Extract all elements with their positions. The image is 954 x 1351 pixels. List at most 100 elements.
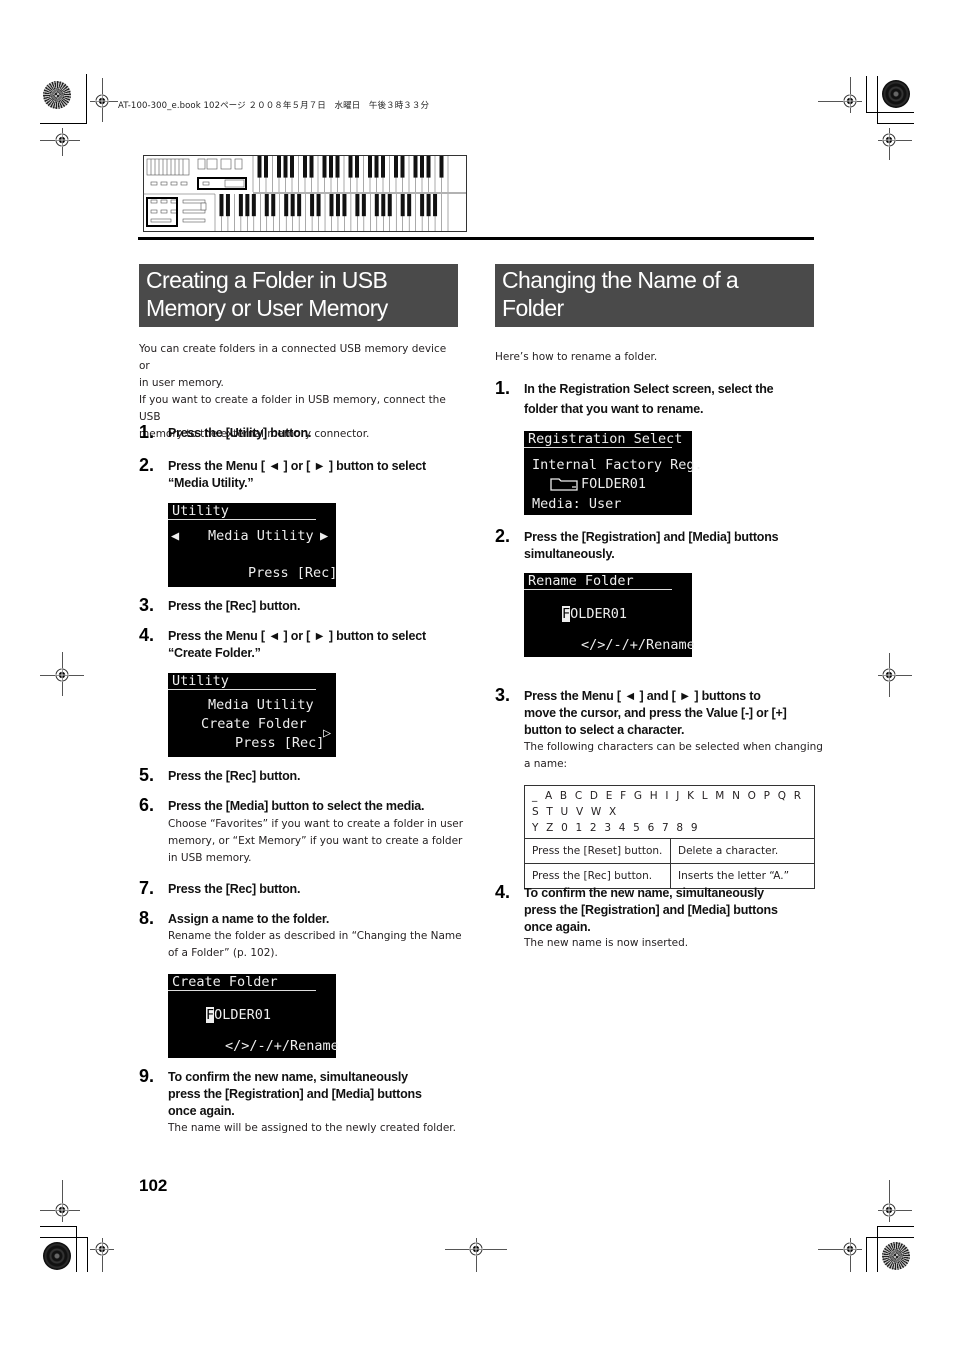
black-key: [342, 194, 347, 217]
black-key: [303, 156, 307, 178]
registration-mark-icon: [882, 133, 896, 147]
black-key: [381, 156, 385, 178]
step-text: “Create Folder.”: [168, 646, 261, 660]
text-cursor: F: [562, 606, 571, 622]
black-key: [387, 194, 392, 217]
available-characters: _ A B C D E F G H I J K L M N O P Q R S …: [524, 785, 815, 839]
table-cell-action: Press the [Reset] button.: [524, 838, 671, 864]
registration-mark-icon: [882, 1203, 896, 1217]
step-number: 4.: [495, 882, 511, 902]
black-key: [329, 156, 333, 178]
step-text: In the Registration Select screen, selec…: [524, 382, 774, 396]
lcd-title-underline: [168, 519, 316, 520]
right-arrow-icon: ▷: [323, 725, 332, 741]
color-registration-rosette: [882, 1242, 910, 1270]
step-number: 6.: [139, 795, 155, 815]
crop-mark: [87, 1237, 88, 1272]
step-note: The following characters can be selected…: [524, 741, 823, 753]
black-key: [433, 194, 438, 217]
crop-mark: [877, 1226, 878, 1272]
lcd-line: Media: User: [532, 496, 622, 512]
black-key: [297, 194, 302, 217]
step-text: Press the Menu [ ◄ ] or [ ► ] button to …: [168, 629, 426, 643]
black-key: [361, 194, 366, 217]
color-registration-rosette: [43, 81, 71, 109]
folder-icon: [550, 478, 578, 491]
black-key: [284, 194, 289, 217]
step-number: 7.: [139, 878, 155, 898]
black-key: [225, 194, 230, 217]
crop-mark: [40, 1226, 77, 1227]
step-text: Assign a name to the folder.: [168, 912, 330, 926]
color-registration-rosette: [43, 1242, 71, 1270]
step-text: “Media Utility.”: [168, 476, 254, 490]
folder-name: FOLDER01: [581, 476, 647, 492]
black-key: [316, 194, 321, 217]
folder-name-rest: OLDER01: [214, 1007, 272, 1023]
step-text: once again.: [168, 1104, 235, 1118]
step-text: folder that you want to rename.: [524, 402, 704, 416]
step-number: 2.: [139, 455, 155, 475]
print-job-header: AT-100-300_e.book 102ページ ２００８年５月７日 水曜日 午…: [118, 101, 430, 111]
step-text: button to select a character.: [524, 723, 685, 737]
black-key: [329, 194, 334, 217]
lcd-line: </>/-/+/Rename: [225, 1038, 339, 1054]
right-intro: Here’s how to rename a folder.: [495, 351, 658, 363]
lcd-title: Create Folder: [172, 974, 278, 990]
black-key: [322, 156, 327, 178]
lcd-title: Utility: [172, 503, 229, 519]
step-number: 9.: [139, 1066, 155, 1086]
black-key: [355, 194, 360, 217]
black-key: [335, 194, 340, 217]
registration-mark-icon: [55, 1203, 69, 1217]
black-key: [407, 194, 412, 217]
black-key: [277, 156, 281, 178]
crop-mark: [866, 1237, 867, 1272]
left-arrow-icon: ◀: [171, 528, 180, 544]
crop-mark: [40, 1237, 88, 1238]
step-note: The new name is now inserted.: [524, 937, 689, 949]
color-registration-rosette: [882, 80, 910, 108]
page-number: 102: [139, 1176, 168, 1195]
step-text: To confirm the new name, simultaneously: [524, 886, 764, 900]
black-key: [355, 156, 359, 178]
step-note: memory, or “Ext Memory” if you want to c…: [168, 835, 463, 847]
step-number: 5.: [139, 765, 155, 785]
lcd-title: Registration Select: [528, 431, 683, 447]
step-note: Rename the folder as described in “Chang…: [168, 930, 462, 942]
section-heading-create-folder: Creating a Folder in USB Memory or User …: [139, 264, 458, 327]
registration-mark-icon: [469, 1242, 483, 1256]
black-key: [238, 194, 243, 217]
organ-panel-illustration: [143, 155, 467, 232]
black-key: [290, 194, 295, 217]
black-key: [426, 194, 431, 217]
heading-line: Memory or User Memory: [146, 295, 388, 321]
intro-line: in user memory.: [139, 377, 224, 389]
lcd-rename-folder: Rename Folder FOLDER01 </>/-/+/Rename: [524, 573, 695, 657]
step-note: a name:: [524, 758, 568, 770]
black-key: [400, 194, 405, 217]
crop-mark: [866, 76, 867, 113]
black-key: [420, 156, 424, 178]
folder-name-field: FOLDER01: [562, 606, 627, 622]
crop-mark: [877, 123, 914, 124]
heading-line: Folder: [502, 295, 564, 321]
step-note: The name will be assigned to the newly c…: [168, 1122, 457, 1134]
black-key: [264, 156, 268, 178]
intro-line: You can create folders in a connected US…: [139, 343, 447, 372]
step-text: Press the [Registration] and [Media] but…: [524, 530, 779, 544]
text-cursor: F: [206, 1007, 215, 1023]
registration-mark-icon: [882, 668, 896, 682]
step-text: Press the [Media] button to select the m…: [168, 799, 425, 813]
registration-mark-icon: [55, 668, 69, 682]
black-key: [290, 156, 294, 178]
lcd-line: Press [Rec]: [248, 565, 338, 581]
crop-mark: [76, 1226, 77, 1272]
black-key: [394, 156, 398, 178]
lcd-line: Media Utility: [208, 528, 314, 544]
step-note: of a Folder” (p. 102).: [168, 947, 278, 959]
step-number: 8.: [139, 908, 155, 928]
black-key: [413, 156, 418, 178]
step-text: Press the Menu [ ◄ ] and [ ► ] buttons t…: [524, 689, 761, 703]
lcd-title: Rename Folder: [528, 573, 634, 589]
